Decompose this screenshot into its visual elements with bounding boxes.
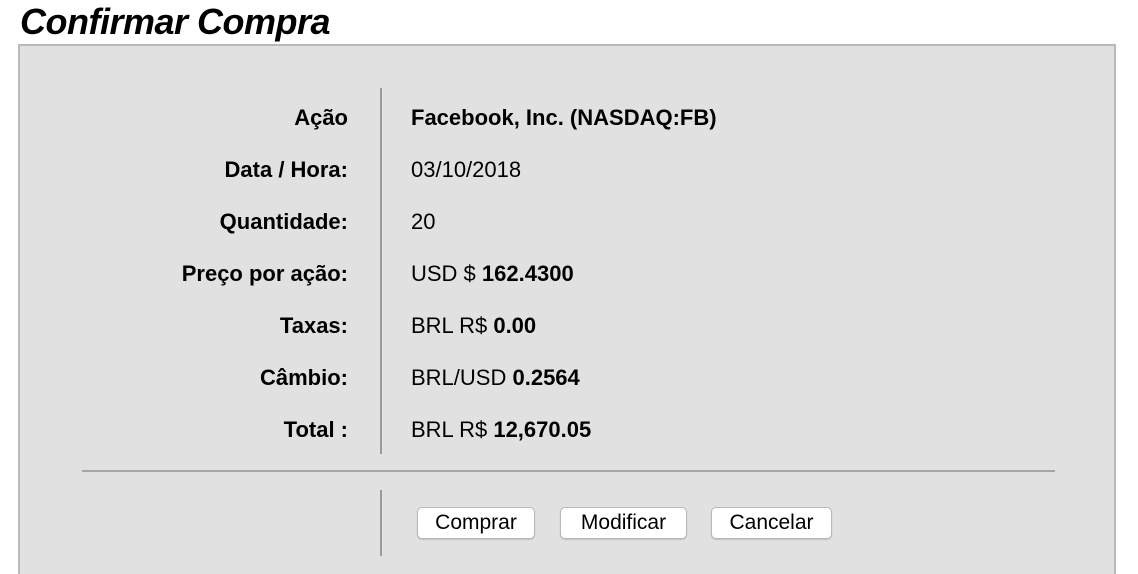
modify-button[interactable]: Modificar <box>560 507 687 539</box>
detail-label: Preço por ação: <box>181 261 348 286</box>
detail-value: BRL R$ 0.00 <box>411 313 537 338</box>
detail-label: Quantidade: <box>219 209 348 234</box>
section-divider <box>82 470 1055 472</box>
page-title: Confirmar Compra <box>20 1 331 42</box>
detail-value: BRL/USD 0.2564 <box>411 365 580 390</box>
detail-value: USD $ 162.4300 <box>411 261 574 286</box>
detail-row-fees: Taxas: BRL R$ 0.00 <box>20 311 1114 341</box>
detail-label: Total : <box>283 417 348 442</box>
buy-button[interactable]: Comprar <box>417 507 535 539</box>
detail-value: 20 <box>411 209 436 234</box>
detail-row-stock: Ação Facebook, Inc. (NASDAQ:FB) <box>20 103 1114 133</box>
detail-label: Taxas: <box>279 313 348 338</box>
cancel-button[interactable]: Cancelar <box>711 507 832 539</box>
detail-label: Data / Hora: <box>224 157 348 182</box>
detail-row-price-per-share: Preço por ação: USD $ 162.4300 <box>20 259 1114 289</box>
detail-row-total: Total : BRL R$ 12,670.05 <box>20 415 1114 445</box>
detail-row-quantity: Quantidade: 20 <box>20 207 1114 237</box>
detail-value: Facebook, Inc. (NASDAQ:FB) <box>411 105 717 130</box>
detail-row-exchange-rate: Câmbio: BRL/USD 0.2564 <box>20 363 1114 393</box>
detail-row-datetime: Data / Hora: 03/10/2018 <box>20 155 1114 185</box>
detail-label: Câmbio: <box>260 365 348 390</box>
detail-value: BRL R$ 12,670.05 <box>411 417 592 442</box>
column-divider-bottom <box>380 490 382 556</box>
detail-value: 03/10/2018 <box>411 157 522 182</box>
confirmation-panel: Ação Facebook, Inc. (NASDAQ:FB) Data / H… <box>18 44 1116 574</box>
detail-label: Ação <box>294 105 348 130</box>
